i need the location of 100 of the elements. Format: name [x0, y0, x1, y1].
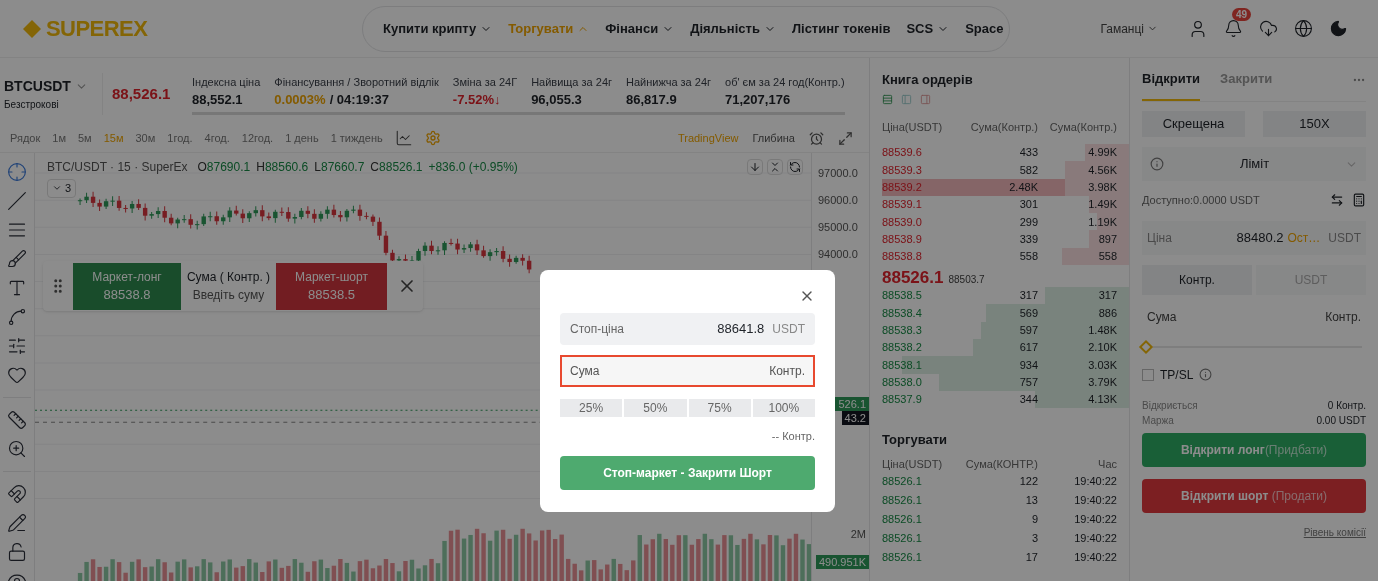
trade-amount: 3 [1030, 531, 1038, 547]
alarm-icon[interactable] [809, 130, 824, 146]
interval-tab[interactable]: Рядок [10, 129, 41, 147]
order-book-row[interactable]: 88538.5 317 317 [882, 287, 1129, 305]
amount-input[interactable]: Сума [570, 362, 770, 380]
order-book-row[interactable]: 88538.3 597 1.48K [882, 321, 1129, 339]
total-text: 1.19K [1087, 214, 1117, 230]
crosshair-icon[interactable] [7, 162, 27, 182]
collapse-icon[interactable] [767, 159, 783, 175]
order-book-row[interactable]: 88539.1 301 1.49K [882, 195, 1129, 214]
open-short-button[interactable]: Відкрити шорт (Продати) [1142, 478, 1366, 513]
column-header: Сума(КОНТР.) [964, 456, 1038, 472]
price-text: 88539.2 [882, 180, 923, 195]
trade-amount: 122 [1018, 474, 1038, 490]
stat-value: 96,055.3 [531, 91, 582, 109]
stop-market-close-short-button[interactable]: Стоп-маркет - Закрити Шорт [560, 455, 815, 490]
interval-tab[interactable]: 1м [52, 129, 66, 147]
nav-link[interactable]: Діяльність [690, 18, 776, 39]
percent-button[interactable]: 75% [688, 399, 751, 417]
order-book-row[interactable]: 88538.4 569 886 [882, 304, 1129, 322]
unlock-icon[interactable] [7, 542, 27, 562]
market-short-button[interactable]: Маркет-шорт 88538.5 [276, 262, 387, 310]
margin-mode-button[interactable]: Скрещена [1142, 111, 1245, 137]
view-tab[interactable]: Глибина [752, 129, 795, 147]
order-tab[interactable]: Відкрити [1142, 58, 1201, 101]
transfer-icon[interactable] [1330, 193, 1344, 208]
amount-text: 934 [1018, 357, 1038, 373]
tpsl-checkbox[interactable] [1142, 368, 1154, 381]
interval-tab[interactable]: 4год. [204, 129, 230, 147]
trade-price: 88526.1 [882, 512, 923, 528]
pattern-icon[interactable] [7, 307, 27, 327]
last-price-text: 88,526.1 [112, 83, 171, 104]
interval-tab[interactable]: 1 день [285, 129, 319, 147]
order-book-row[interactable]: 88539.6 433 4.99K [882, 144, 1129, 162]
change-value: +836.0 (+0.95%) [428, 159, 518, 176]
order-book-row[interactable]: 88539.2 2.48K 3.98K [882, 178, 1129, 196]
download-icon[interactable] [1259, 19, 1278, 38]
wallet-menu[interactable]: Гаманці [1100, 19, 1158, 38]
moon-icon[interactable] [1329, 19, 1348, 38]
order-type-select[interactable]: Ліміт [1142, 147, 1366, 181]
heart-icon[interactable] [7, 365, 27, 385]
summary-label: Відкриється [1142, 398, 1198, 413]
trade-amount: 17 [1024, 550, 1038, 566]
amount-input[interactable]: Введіть суму [184, 286, 273, 304]
price-text: 88539.3 [882, 162, 923, 178]
interval-tab[interactable]: 1 тиждень [330, 129, 383, 147]
total-text: 897 [1097, 231, 1117, 247]
order-book-title: Книга ордерів [882, 71, 974, 89]
magnet-icon[interactable] [7, 484, 27, 504]
price-text: 88539.0 [882, 214, 923, 230]
nav-link[interactable]: Space [965, 18, 1004, 39]
price-tag: 526.1 [835, 397, 869, 411]
interval-tab[interactable]: 1год. [167, 129, 193, 147]
expand-icon[interactable] [838, 130, 853, 146]
refresh-icon[interactable] [787, 159, 803, 175]
trend-line-icon[interactable] [7, 191, 27, 211]
calculator-icon[interactable] [1352, 193, 1366, 208]
stop-price-field[interactable]: Стоп-ціна 88641.8 USDT [560, 313, 815, 345]
market-long-button[interactable]: Маркет-лонг 88538.8 [73, 262, 181, 310]
leverage-button[interactable]: 150X [1263, 111, 1366, 137]
amount-input[interactable]: Сума [1147, 307, 1326, 326]
available-balance: Доступно:0.0000 USDT [1142, 193, 1261, 208]
price-field[interactable]: Ціна 88480.2 Ост… USDT [1142, 220, 1366, 255]
percent-button[interactable]: 25% [560, 399, 623, 417]
summary-label: Маржа [1142, 413, 1174, 428]
order-book-row[interactable]: 88538.8 558 558 [882, 247, 1129, 266]
nav-link[interactable]: Лістинг токенів [791, 18, 891, 39]
order-book-row[interactable]: 88539.0 299 1.19K [882, 213, 1129, 231]
ruler-icon[interactable] [7, 410, 27, 430]
nav-link[interactable]: Купити крипту [383, 18, 493, 39]
order-book-row[interactable]: 88538.1 934 3.03K [882, 356, 1129, 374]
percent-button[interactable]: 100% [752, 399, 815, 417]
zoom-in-icon[interactable] [7, 439, 27, 459]
chart-type-icon[interactable] [394, 129, 413, 147]
bell-icon[interactable] [1224, 19, 1243, 38]
indicators-toggle[interactable]: 3 [47, 179, 77, 198]
percent-button[interactable]: 50% [624, 399, 687, 417]
order-book-row[interactable]: 88538.2 617 2.10K [882, 338, 1129, 357]
nav-link[interactable]: Фінанси [605, 18, 675, 39]
unit-toggle[interactable]: Контр. [1142, 264, 1252, 295]
nav-link[interactable]: SCS [906, 18, 950, 39]
stat-value: 71,207,176 [725, 91, 791, 109]
total-text: 3.98K [1087, 180, 1117, 195]
trade-time: 19:40:22 [1073, 512, 1117, 528]
interval-tab[interactable]: 12год. [241, 129, 274, 147]
text-tool-icon[interactable] [7, 278, 27, 298]
symbol-selector[interactable]: BTCUSDT [4, 76, 102, 97]
trade-price: 88526.1 [882, 474, 923, 490]
order-book-row[interactable]: 88539.3 582 4.56K [882, 161, 1129, 179]
trade-price: 88526.1 [882, 493, 923, 509]
total-text: 317 [1097, 288, 1117, 304]
globe-icon[interactable] [1294, 19, 1313, 38]
interval-tab[interactable]: 30м [135, 129, 156, 147]
amount-field[interactable]: Сума Контр. [560, 355, 815, 387]
interval-tab[interactable]: 5м [77, 129, 92, 147]
brush-icon[interactable] [7, 249, 27, 269]
order-book-row[interactable]: 88537.9 344 4.13K [882, 390, 1129, 409]
arrow-down-icon[interactable] [747, 159, 763, 175]
order-book-row[interactable]: 88538.9 339 897 [882, 230, 1129, 248]
fee-level-link[interactable]: Рівень комісії [1303, 524, 1366, 540]
